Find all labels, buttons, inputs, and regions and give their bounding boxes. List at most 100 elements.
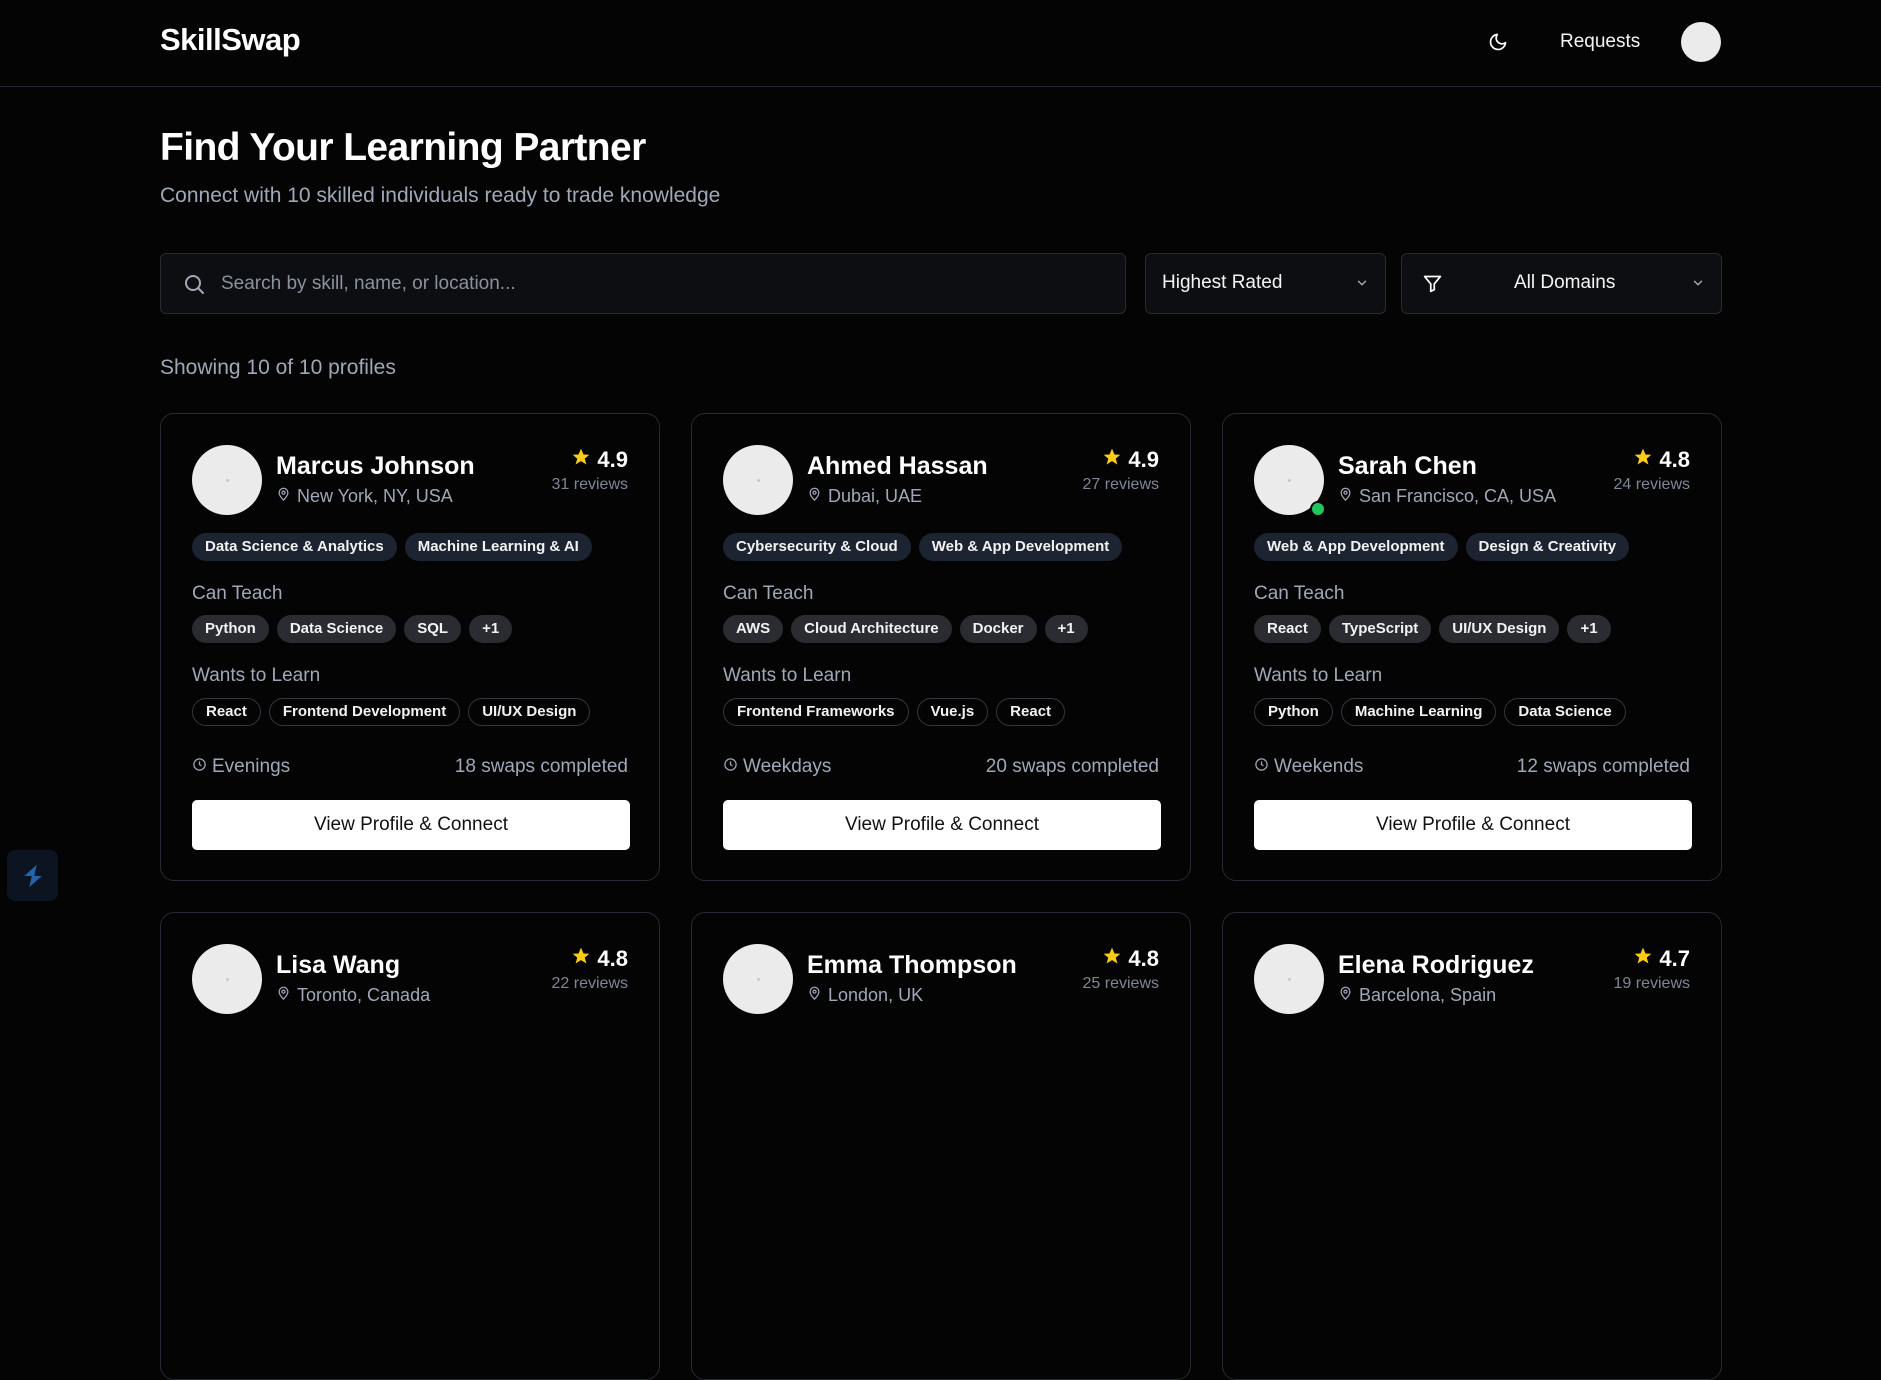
teach-skill-tag: Python [192, 615, 269, 643]
location-text: Barcelona, Spain [1359, 985, 1497, 1005]
learn-skill-tag: Python [1254, 698, 1333, 726]
wants-to-learn-label: Wants to Learn [723, 665, 852, 686]
review-count: 24 reviews [1613, 476, 1690, 493]
top-navbar: SkillSwap Requests [0, 0, 1881, 87]
location-text: San Francisco, CA, USA [1359, 486, 1557, 506]
profile-card: Elena Rodriguez Barcelona, Spain 4.7 19 rev… [1222, 912, 1722, 1380]
profile-card: Emma Thompson London, UK 4.8 25 reviews [691, 912, 1191, 1380]
star-icon [1102, 447, 1122, 473]
availability: Weekends [1254, 756, 1363, 778]
page-title: Find Your Learning Partner [160, 126, 646, 169]
star-icon [1102, 946, 1122, 972]
can-teach-tags: Python Data Science SQL +1 [192, 615, 513, 643]
can-teach-label: Can Teach [1254, 583, 1345, 604]
can-teach-tags: React TypeScript UI/UX Design +1 [1254, 615, 1611, 643]
swaps-completed: 20 swaps completed [985, 756, 1159, 777]
teach-skill-tag: Cloud Architecture [791, 615, 952, 643]
user-avatar[interactable] [1681, 22, 1721, 62]
star-icon [1633, 946, 1653, 972]
clock-icon [192, 756, 207, 778]
rating-value: 4.7 [1659, 946, 1690, 971]
location-text: New York, NY, USA [297, 486, 453, 506]
learn-skill-tag: Frontend Development [268, 698, 461, 726]
profile-avatar[interactable] [192, 445, 262, 515]
clock-icon [723, 756, 738, 778]
availability: Evenings [192, 756, 290, 778]
learn-skill-tag: Frontend Frameworks [723, 698, 909, 726]
wants-to-learn-tags: Python Machine Learning Data Science [1254, 698, 1626, 726]
chevron-down-icon [1355, 276, 1369, 295]
sort-select-value: Highest Rated [1162, 272, 1283, 293]
location-pin-icon [276, 486, 291, 507]
sort-select[interactable]: Highest Rated [1145, 253, 1386, 314]
availability-text: Weekends [1274, 756, 1364, 777]
domain-tag: Cybersecurity & Cloud [723, 533, 911, 561]
domain-tags: Data Science & Analytics Machine Learning… [192, 533, 592, 561]
online-status-dot [1310, 501, 1326, 517]
profile-name[interactable]: Sarah Chen [1338, 452, 1477, 481]
learn-skill-tag: Machine Learning [1340, 698, 1497, 726]
theme-toggle-button[interactable] [1484, 28, 1512, 56]
profile-location: Toronto, Canada [276, 985, 430, 1006]
profile-avatar[interactable] [723, 445, 793, 515]
requests-link[interactable]: Requests [1560, 31, 1640, 53]
swaps-completed: 12 swaps completed [1516, 756, 1690, 777]
rating-value: 4.8 [1128, 946, 1159, 971]
profile-location: San Francisco, CA, USA [1338, 486, 1556, 507]
teach-skill-tag: UI/UX Design [1439, 615, 1560, 643]
domain-select[interactable]: All Domains [1401, 253, 1722, 314]
profile-name[interactable]: Ahmed Hassan [807, 452, 988, 481]
wants-to-learn-tags: React Frontend Development UI/UX Design [192, 698, 591, 726]
page-subtitle: Connect with 10 skilled individuals read… [160, 184, 721, 207]
location-text: London, UK [828, 985, 924, 1005]
wants-to-learn-label: Wants to Learn [1254, 665, 1383, 686]
wants-to-learn-tags: Frontend Frameworks Vue.js React [723, 698, 1066, 726]
floating-app-widget[interactable] [7, 850, 58, 901]
profile-card: Sarah Chen San Francisco, CA, USA 4.8 24 re… [1222, 413, 1722, 881]
chevron-down-icon [1691, 276, 1705, 295]
profile-card: Marcus Johnson New York, NY, USA 4.9 31 rev… [160, 413, 660, 881]
profile-card: Lisa Wang Toronto, Canada 4.8 22 reviews [160, 912, 660, 1380]
domain-tags: Web & App Development Design & Creativity [1254, 533, 1630, 561]
profile-name[interactable]: Emma Thompson [807, 951, 1017, 980]
profile-avatar[interactable] [723, 944, 793, 1014]
review-count: 31 reviews [551, 476, 628, 493]
rating-value: 4.8 [1659, 447, 1690, 472]
profile-rating: 4.8 [571, 946, 628, 972]
review-count: 25 reviews [1082, 975, 1159, 992]
view-profile-button[interactable]: View Profile & Connect [192, 800, 630, 850]
can-teach-tags: AWS Cloud Architecture Docker +1 [723, 615, 1088, 643]
review-count: 19 reviews [1613, 975, 1690, 992]
location-pin-icon [1338, 486, 1353, 507]
profile-name[interactable]: Lisa Wang [276, 951, 400, 980]
teach-skill-tag: React [1254, 615, 1321, 643]
location-pin-icon [276, 985, 291, 1006]
availability: Weekdays [723, 756, 831, 778]
profile-rating: 4.9 [1102, 447, 1159, 473]
learn-skill-tag: UI/UX Design [468, 698, 591, 726]
rating-value: 4.8 [597, 946, 628, 971]
domain-tag: Web & App Development [918, 533, 1123, 561]
brand-logo[interactable]: SkillSwap [160, 22, 301, 58]
learn-skill-tag: React [996, 698, 1066, 726]
domain-tags: Cybersecurity & Cloud Web & App Developme… [723, 533, 1123, 561]
domain-tag: Machine Learning & AI [404, 533, 592, 561]
filter-icon [1422, 273, 1443, 299]
view-profile-button[interactable]: View Profile & Connect [1254, 800, 1692, 850]
teach-skill-tag: SQL [404, 615, 462, 643]
view-profile-button[interactable]: View Profile & Connect [723, 800, 1161, 850]
location-text: Dubai, UAE [828, 486, 923, 506]
profile-name[interactable]: Marcus Johnson [276, 452, 475, 481]
domain-tag: Web & App Development [1254, 533, 1458, 561]
teach-skill-tag: +1 [1567, 615, 1611, 643]
teach-skill-tag: TypeScript [1328, 615, 1432, 643]
search-input[interactable] [221, 254, 1111, 313]
can-teach-label: Can Teach [192, 583, 283, 604]
clock-icon [1254, 756, 1269, 778]
review-count: 27 reviews [1082, 476, 1159, 493]
profile-avatar[interactable] [1254, 944, 1324, 1014]
rating-value: 4.9 [1128, 447, 1159, 472]
profile-location: Dubai, UAE [807, 486, 922, 507]
profile-avatar[interactable] [192, 944, 262, 1014]
profile-name[interactable]: Elena Rodriguez [1338, 951, 1534, 980]
